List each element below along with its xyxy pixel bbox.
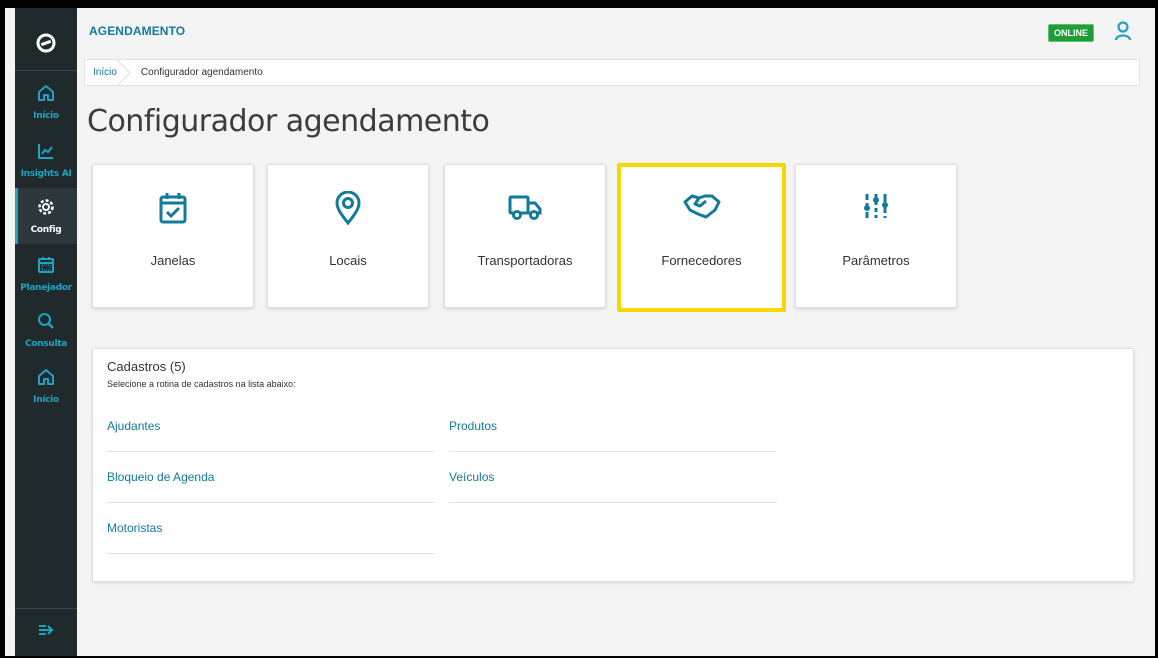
sidebar-item-consulta[interactable]: Consulta bbox=[15, 302, 77, 358]
sidebar-item-config[interactable]: Config bbox=[15, 188, 77, 244]
sidebar-item-inicio-2[interactable]: Início bbox=[15, 358, 77, 414]
cadastro-link-label: Ajudantes bbox=[107, 419, 161, 433]
sidebar-divider bbox=[15, 70, 77, 71]
card-label: Transportadoras bbox=[477, 253, 573, 268]
home-icon bbox=[37, 368, 55, 391]
cadastro-link-veiculos[interactable]: Veículos bbox=[449, 452, 777, 503]
card-fornecedores[interactable]: Fornecedores bbox=[617, 163, 786, 312]
app-frame: Início Insights AI Config Planejador Con bbox=[5, 8, 1155, 656]
calendar-check-icon bbox=[93, 191, 253, 225]
card-label: Fornecedores bbox=[661, 253, 742, 268]
breadcrumb-home-link[interactable]: Início bbox=[85, 60, 129, 85]
sidebar-item-label: Planejador bbox=[20, 282, 72, 293]
search-icon bbox=[37, 312, 55, 335]
cadastro-link-label: Bloqueio de Agenda bbox=[107, 470, 215, 484]
cadastros-title: Cadastros (5) bbox=[107, 359, 186, 374]
sidebar-item-label: Início bbox=[33, 110, 59, 121]
truck-icon bbox=[445, 191, 605, 223]
sidebar-item-label: Insights AI bbox=[20, 168, 72, 179]
card-parametros[interactable]: Parâmetros bbox=[795, 164, 957, 308]
user-icon[interactable] bbox=[1112, 20, 1134, 42]
location-pin-icon bbox=[268, 191, 428, 225]
sidebar-item-label: Início bbox=[33, 394, 59, 405]
handshake-icon bbox=[621, 190, 782, 222]
expand-sidebar-button[interactable] bbox=[15, 608, 77, 656]
card-transportadoras[interactable]: Transportadoras bbox=[444, 164, 606, 308]
sidebar-item-inicio[interactable]: Início bbox=[15, 74, 77, 130]
sidebar-item-label: Consulta bbox=[24, 338, 68, 349]
expand-arrow-icon bbox=[38, 623, 54, 642]
cadastros-subtitle: Selecione a rotina de cadastros na lista… bbox=[107, 379, 296, 389]
sidebar-item-planejador[interactable]: Planejador bbox=[15, 246, 77, 302]
sidebar-item-label: Config bbox=[30, 224, 62, 235]
app-logo-icon[interactable] bbox=[15, 26, 77, 60]
sidebar-item-insights-ai[interactable]: Insights AI bbox=[15, 132, 77, 188]
cadastro-link-produtos[interactable]: Produtos bbox=[449, 401, 777, 452]
cadastro-link-label: Veículos bbox=[449, 470, 495, 484]
card-janelas[interactable]: Janelas bbox=[92, 164, 254, 308]
breadcrumb-current: Configurador agendamento bbox=[140, 67, 263, 78]
status-badge: ONLINE bbox=[1048, 24, 1094, 42]
cadastro-link-ajudantes[interactable]: Ajudantes bbox=[107, 401, 435, 452]
cadastro-link-label: Produtos bbox=[449, 419, 498, 433]
cadastro-link-label: Motoristas bbox=[107, 521, 163, 535]
page-title: Configurador agendamento bbox=[87, 104, 490, 139]
card-label: Locais bbox=[329, 253, 367, 268]
card-locais[interactable]: Locais bbox=[267, 164, 429, 308]
home-icon bbox=[37, 84, 55, 107]
chart-icon bbox=[37, 142, 55, 165]
app-title: AGENDAMENTO bbox=[89, 24, 186, 38]
cadastro-link-bloqueio-de-agenda[interactable]: Bloqueio de Agenda bbox=[107, 452, 435, 503]
cadastros-panel: Cadastros (5) Selecione a rotina de cada… bbox=[92, 348, 1134, 582]
calendar-icon bbox=[37, 256, 55, 279]
sidebar: Início Insights AI Config Planejador Con bbox=[15, 8, 77, 656]
sliders-icon bbox=[796, 191, 956, 221]
gear-icon bbox=[37, 198, 55, 221]
cadastro-link-motoristas[interactable]: Motoristas bbox=[107, 503, 435, 554]
breadcrumb: Início Configurador agendamento bbox=[84, 59, 1140, 86]
card-label: Parâmetros bbox=[842, 253, 910, 268]
card-label: Janelas bbox=[150, 253, 196, 268]
